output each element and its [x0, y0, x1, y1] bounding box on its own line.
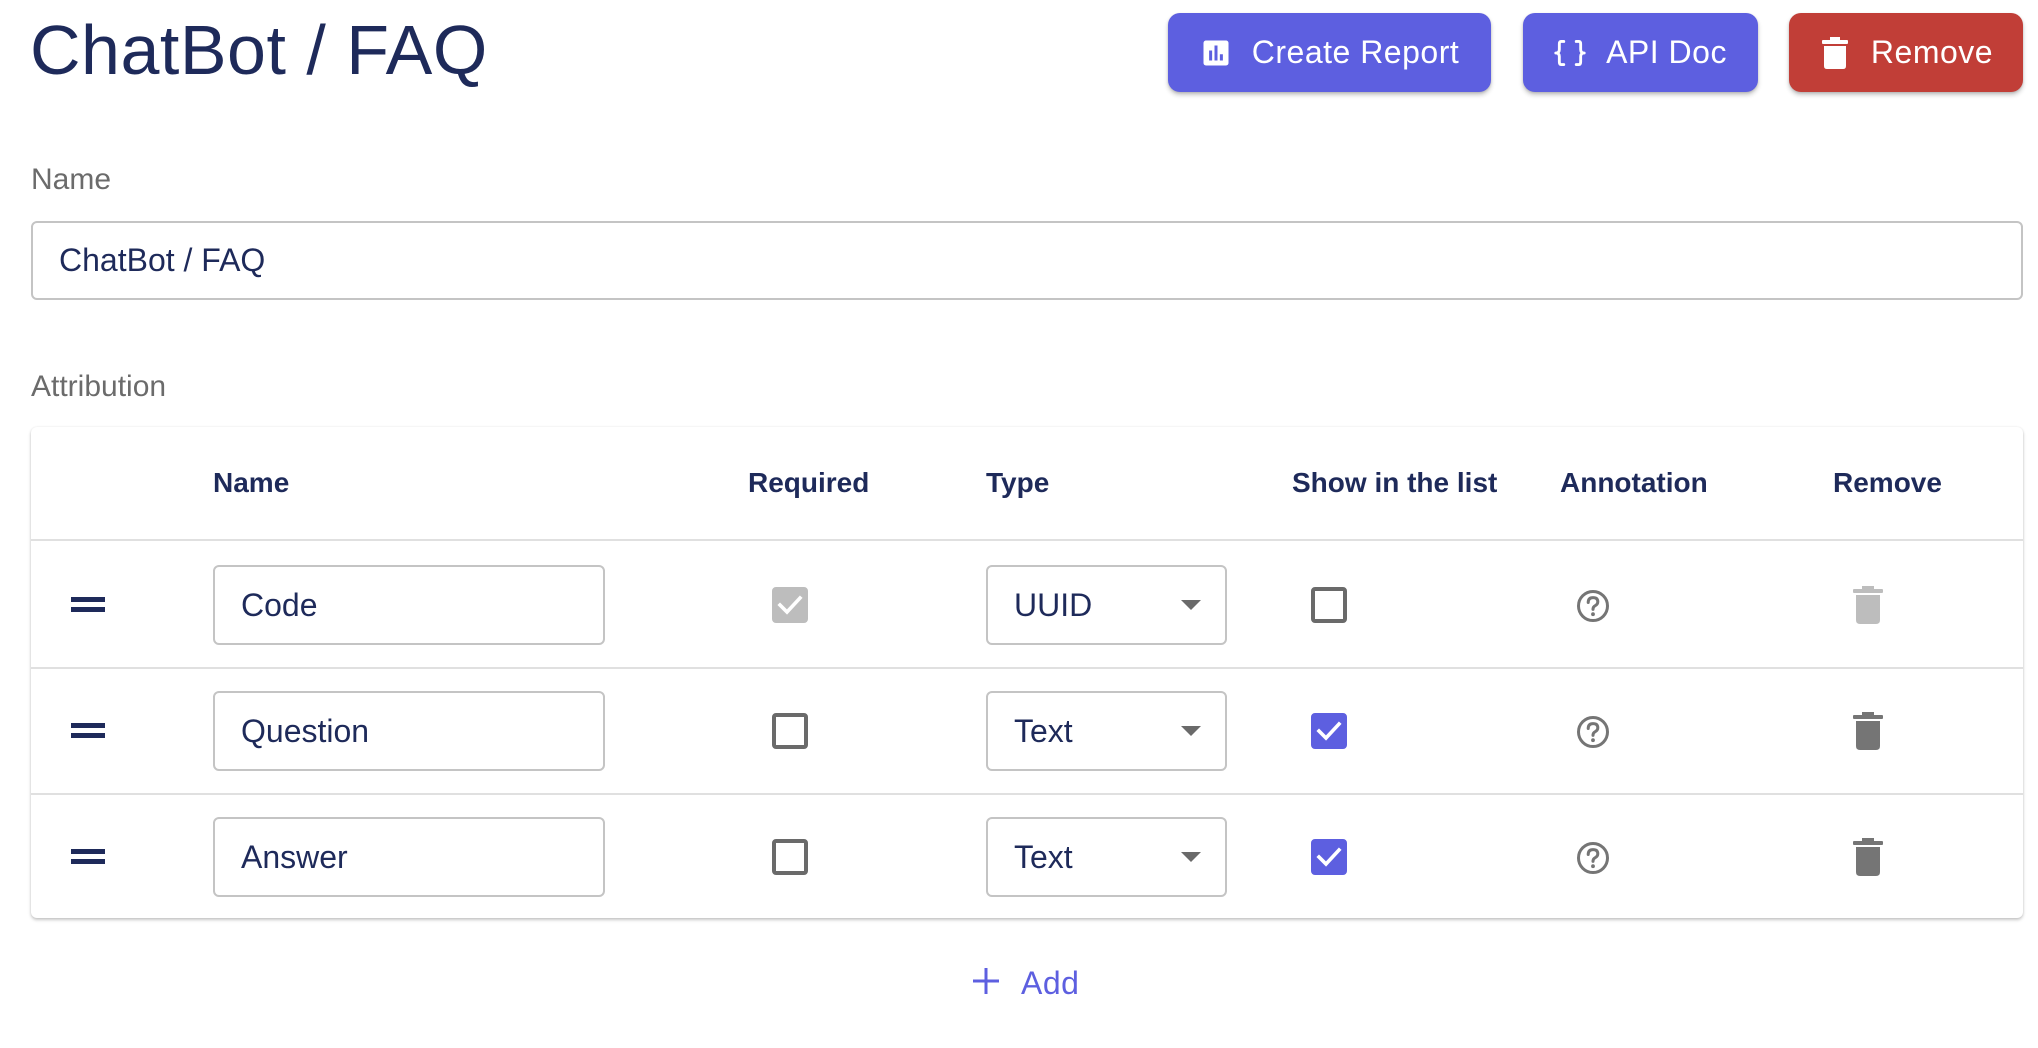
- type-select-value: UUID: [1014, 586, 1093, 623]
- plus-icon: [973, 965, 999, 1002]
- type-select[interactable]: Text: [986, 691, 1227, 771]
- add-attribute-button[interactable]: Add: [967, 958, 1085, 1008]
- trash-icon: [1819, 36, 1851, 69]
- remove-button[interactable]: Remove: [1789, 13, 2023, 92]
- bar-chart-icon: [1200, 37, 1232, 69]
- remove-label: Remove: [1870, 34, 1994, 70]
- api-doc-button[interactable]: API Doc: [1523, 13, 1758, 92]
- type-select-value: Text: [1014, 712, 1073, 749]
- api-doc-label: API Doc: [1606, 34, 1727, 70]
- column-header-name: Name: [213, 467, 290, 498]
- help-circle-icon[interactable]: [1576, 589, 1610, 623]
- drag-handle-icon[interactable]: [71, 720, 105, 740]
- trash-icon[interactable]: [1853, 712, 1883, 750]
- type-select-value: Text: [1014, 838, 1073, 875]
- column-header-type: Type: [986, 467, 1050, 498]
- show-in-list-checkbox[interactable]: [1311, 713, 1347, 749]
- column-header-required: Required: [748, 467, 870, 498]
- attribute-name-input[interactable]: [213, 691, 605, 771]
- attribution-table: Name Required Type Show in the list Anno…: [31, 427, 2023, 918]
- show-in-list-checkbox[interactable]: [1311, 587, 1347, 623]
- table-row: Text: [31, 795, 2023, 921]
- help-circle-icon[interactable]: [1576, 715, 1610, 749]
- help-circle-icon[interactable]: [1576, 841, 1610, 875]
- type-select[interactable]: UUID: [986, 565, 1227, 645]
- page-title: ChatBot / FAQ: [30, 11, 488, 89]
- type-select[interactable]: Text: [986, 817, 1227, 897]
- attribute-name-input[interactable]: [213, 565, 605, 645]
- required-checkbox[interactable]: [772, 713, 808, 749]
- column-header-annotation: Annotation: [1560, 467, 1708, 498]
- attribution-label: Attribution: [31, 370, 167, 403]
- attribute-name-input[interactable]: [213, 817, 605, 897]
- trash-icon[interactable]: [1853, 838, 1883, 876]
- create-report-button[interactable]: Create Report: [1168, 13, 1491, 92]
- column-header-show-in-list: Show in the list: [1292, 467, 1498, 498]
- required-checkbox[interactable]: [772, 839, 808, 875]
- name-input[interactable]: [31, 221, 2023, 300]
- dropdown-arrow-icon: [1181, 726, 1201, 736]
- table-row: UUID: [31, 543, 2023, 669]
- drag-handle-icon[interactable]: [71, 846, 105, 866]
- drag-handle-icon[interactable]: [71, 594, 105, 614]
- dropdown-arrow-icon: [1181, 852, 1201, 862]
- show-in-list-checkbox[interactable]: [1311, 839, 1347, 875]
- add-label: Add: [1021, 964, 1080, 1001]
- table-row: Text: [31, 669, 2023, 795]
- curly-braces-icon: [1554, 37, 1586, 69]
- column-header-remove: Remove: [1833, 467, 1942, 498]
- create-report-label: Create Report: [1251, 34, 1460, 70]
- name-label: Name: [31, 163, 112, 196]
- required-checkbox: [772, 587, 808, 623]
- dropdown-arrow-icon: [1181, 600, 1201, 610]
- table-header: Name Required Type Show in the list Anno…: [31, 427, 2023, 541]
- trash-icon: [1853, 586, 1883, 624]
